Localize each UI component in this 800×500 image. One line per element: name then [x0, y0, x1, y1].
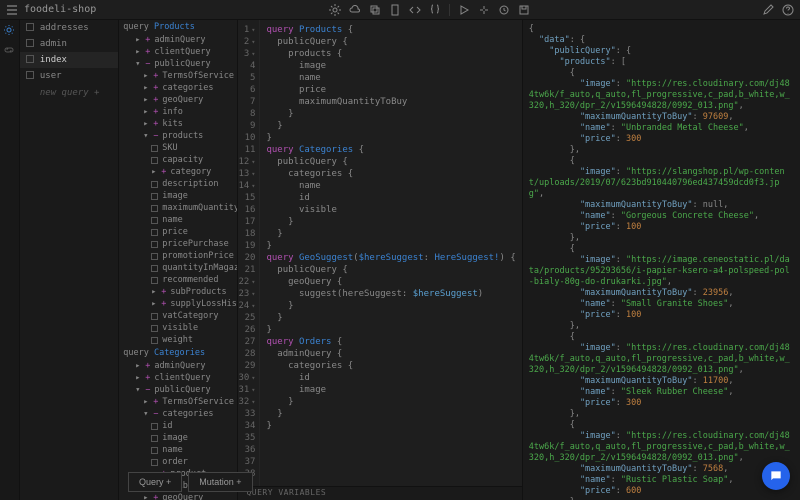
checkbox-icon[interactable]: [151, 229, 158, 236]
edit-icon[interactable]: [762, 4, 774, 16]
explorer-item[interactable]: recommended: [119, 274, 237, 286]
app-title: foodeli-shop: [24, 4, 96, 15]
checkbox-icon[interactable]: [151, 145, 158, 152]
explorer-item[interactable]: ▸+geoQuery: [119, 94, 237, 106]
checkbox-icon[interactable]: [151, 277, 158, 284]
explorer-item[interactable]: SKU: [119, 142, 237, 154]
checkbox-icon[interactable]: [151, 435, 158, 442]
sidebar-icons: [0, 20, 20, 500]
explorer-item[interactable]: ▸+categories: [119, 82, 237, 94]
menu-icon[interactable]: [6, 4, 18, 16]
checkbox-icon[interactable]: [151, 157, 158, 164]
explorer-item[interactable]: ▸+category: [119, 166, 237, 178]
explorer-item[interactable]: id: [119, 420, 237, 432]
explorer-item[interactable]: ▾−publicQuery: [119, 58, 237, 70]
explorer-item[interactable]: ▸+TermsOfService: [119, 70, 237, 82]
results-panel[interactable]: { "data": { "publicQuery": { "products":…: [522, 20, 800, 500]
explorer-buttons: Query + Mutation +: [128, 472, 253, 492]
history-icon[interactable]: [498, 4, 510, 16]
checkbox-icon[interactable]: [151, 459, 158, 466]
code-icon[interactable]: [409, 4, 421, 16]
db-item-addresses[interactable]: addresses: [20, 20, 118, 36]
editor-code[interactable]: query Products { publicQuery { products …: [260, 20, 521, 486]
toolbar-right: [762, 4, 794, 16]
editor-gutter: 1▾2▾3▾456789101112▾13▾14▾151617181920212…: [238, 20, 260, 486]
explorer-item[interactable]: maximumQuantityToBuy: [119, 202, 237, 214]
checkbox-icon[interactable]: [151, 447, 158, 454]
checkbox-icon[interactable]: [151, 253, 158, 260]
editor-wrap: 1▾2▾3▾456789101112▾13▾14▾151617181920212…: [238, 20, 521, 500]
explorer-item[interactable]: ▸+geoQuery: [119, 492, 237, 500]
checkbox-icon[interactable]: [151, 313, 158, 320]
explorer-panel: query Products▸+adminQuery▸+clientQuery▾…: [119, 20, 238, 500]
explorer-item[interactable]: ▾−categories: [119, 408, 237, 420]
explorer-item[interactable]: description: [119, 178, 237, 190]
explorer-item[interactable]: ▸+supplyLossHistory: [119, 298, 237, 310]
explorer-item[interactable]: ▸+subProducts: [119, 286, 237, 298]
settings-icon[interactable]: [329, 4, 341, 16]
explorer-item[interactable]: capacity: [119, 154, 237, 166]
checkbox-icon[interactable]: [151, 181, 158, 188]
explorer-item[interactable]: ▾−publicQuery: [119, 384, 237, 396]
checkbox-icon[interactable]: [151, 217, 158, 224]
explorer-item[interactable]: ▸+info: [119, 106, 237, 118]
topbar: foodeli-shop: [0, 0, 800, 20]
query-button[interactable]: Query +: [128, 472, 182, 492]
explorer-item[interactable]: ▸+clientQuery: [119, 372, 237, 384]
explorer-item[interactable]: ▸+clientQuery: [119, 46, 237, 58]
new-query[interactable]: new query +: [20, 84, 118, 101]
checkbox-icon[interactable]: [151, 193, 158, 200]
explorer-item[interactable]: price: [119, 226, 237, 238]
explorer-item[interactable]: image: [119, 432, 237, 444]
explorer-head-Categories[interactable]: query Categories: [119, 346, 237, 360]
checkbox-icon[interactable]: [151, 337, 158, 344]
explorer-item[interactable]: name: [119, 214, 237, 226]
play-icon[interactable]: [458, 4, 470, 16]
query-editor[interactable]: 1▾2▾3▾456789101112▾13▾14▾151617181920212…: [238, 20, 521, 486]
explorer-item[interactable]: visible: [119, 322, 237, 334]
explorer-item[interactable]: name: [119, 444, 237, 456]
braces-icon[interactable]: [429, 4, 441, 16]
explorer-item[interactable]: ▸+TermsOfService: [119, 396, 237, 408]
explorer-item[interactable]: ▾−products: [119, 130, 237, 142]
merge-icon[interactable]: [478, 4, 490, 16]
explorer-head-Products[interactable]: query Products: [119, 20, 237, 34]
explorer-item[interactable]: quantityInMagazine: [119, 262, 237, 274]
gear-icon[interactable]: [3, 24, 15, 36]
explorer-item[interactable]: image: [119, 190, 237, 202]
checkbox-icon[interactable]: [151, 205, 158, 212]
checkbox-icon[interactable]: [151, 325, 158, 332]
mutation-button[interactable]: Mutation +: [188, 472, 252, 492]
explorer-item[interactable]: weight: [119, 334, 237, 346]
db-item-index[interactable]: index: [20, 52, 118, 68]
explorer-item[interactable]: vatCategory: [119, 310, 237, 322]
copy-icon[interactable]: [369, 4, 381, 16]
help-icon[interactable]: [782, 4, 794, 16]
checkbox-icon[interactable]: [151, 241, 158, 248]
explorer-item[interactable]: ▸+adminQuery: [119, 34, 237, 46]
document-icon[interactable]: [389, 4, 401, 16]
toolbar-center: [96, 4, 762, 16]
db-item-admin[interactable]: admin: [20, 36, 118, 52]
checkbox-icon[interactable]: [151, 265, 158, 272]
query-variables-tab[interactable]: QUERY VARIABLES: [238, 486, 521, 500]
db-schema-list: addressesadminindexusernew query +: [20, 20, 119, 500]
explorer-item[interactable]: ▸+kits: [119, 118, 237, 130]
chat-bubble[interactable]: [762, 462, 790, 490]
link-icon[interactable]: [3, 44, 15, 56]
checkbox-icon[interactable]: [151, 423, 158, 430]
explorer-item[interactable]: promotionPrice: [119, 250, 237, 262]
db-item-user[interactable]: user: [20, 68, 118, 84]
save-icon[interactable]: [518, 4, 530, 16]
cloud-icon[interactable]: [349, 4, 361, 16]
explorer-item[interactable]: ▸+adminQuery: [119, 360, 237, 372]
explorer-item[interactable]: pricePurchase: [119, 238, 237, 250]
explorer-item[interactable]: order: [119, 456, 237, 468]
